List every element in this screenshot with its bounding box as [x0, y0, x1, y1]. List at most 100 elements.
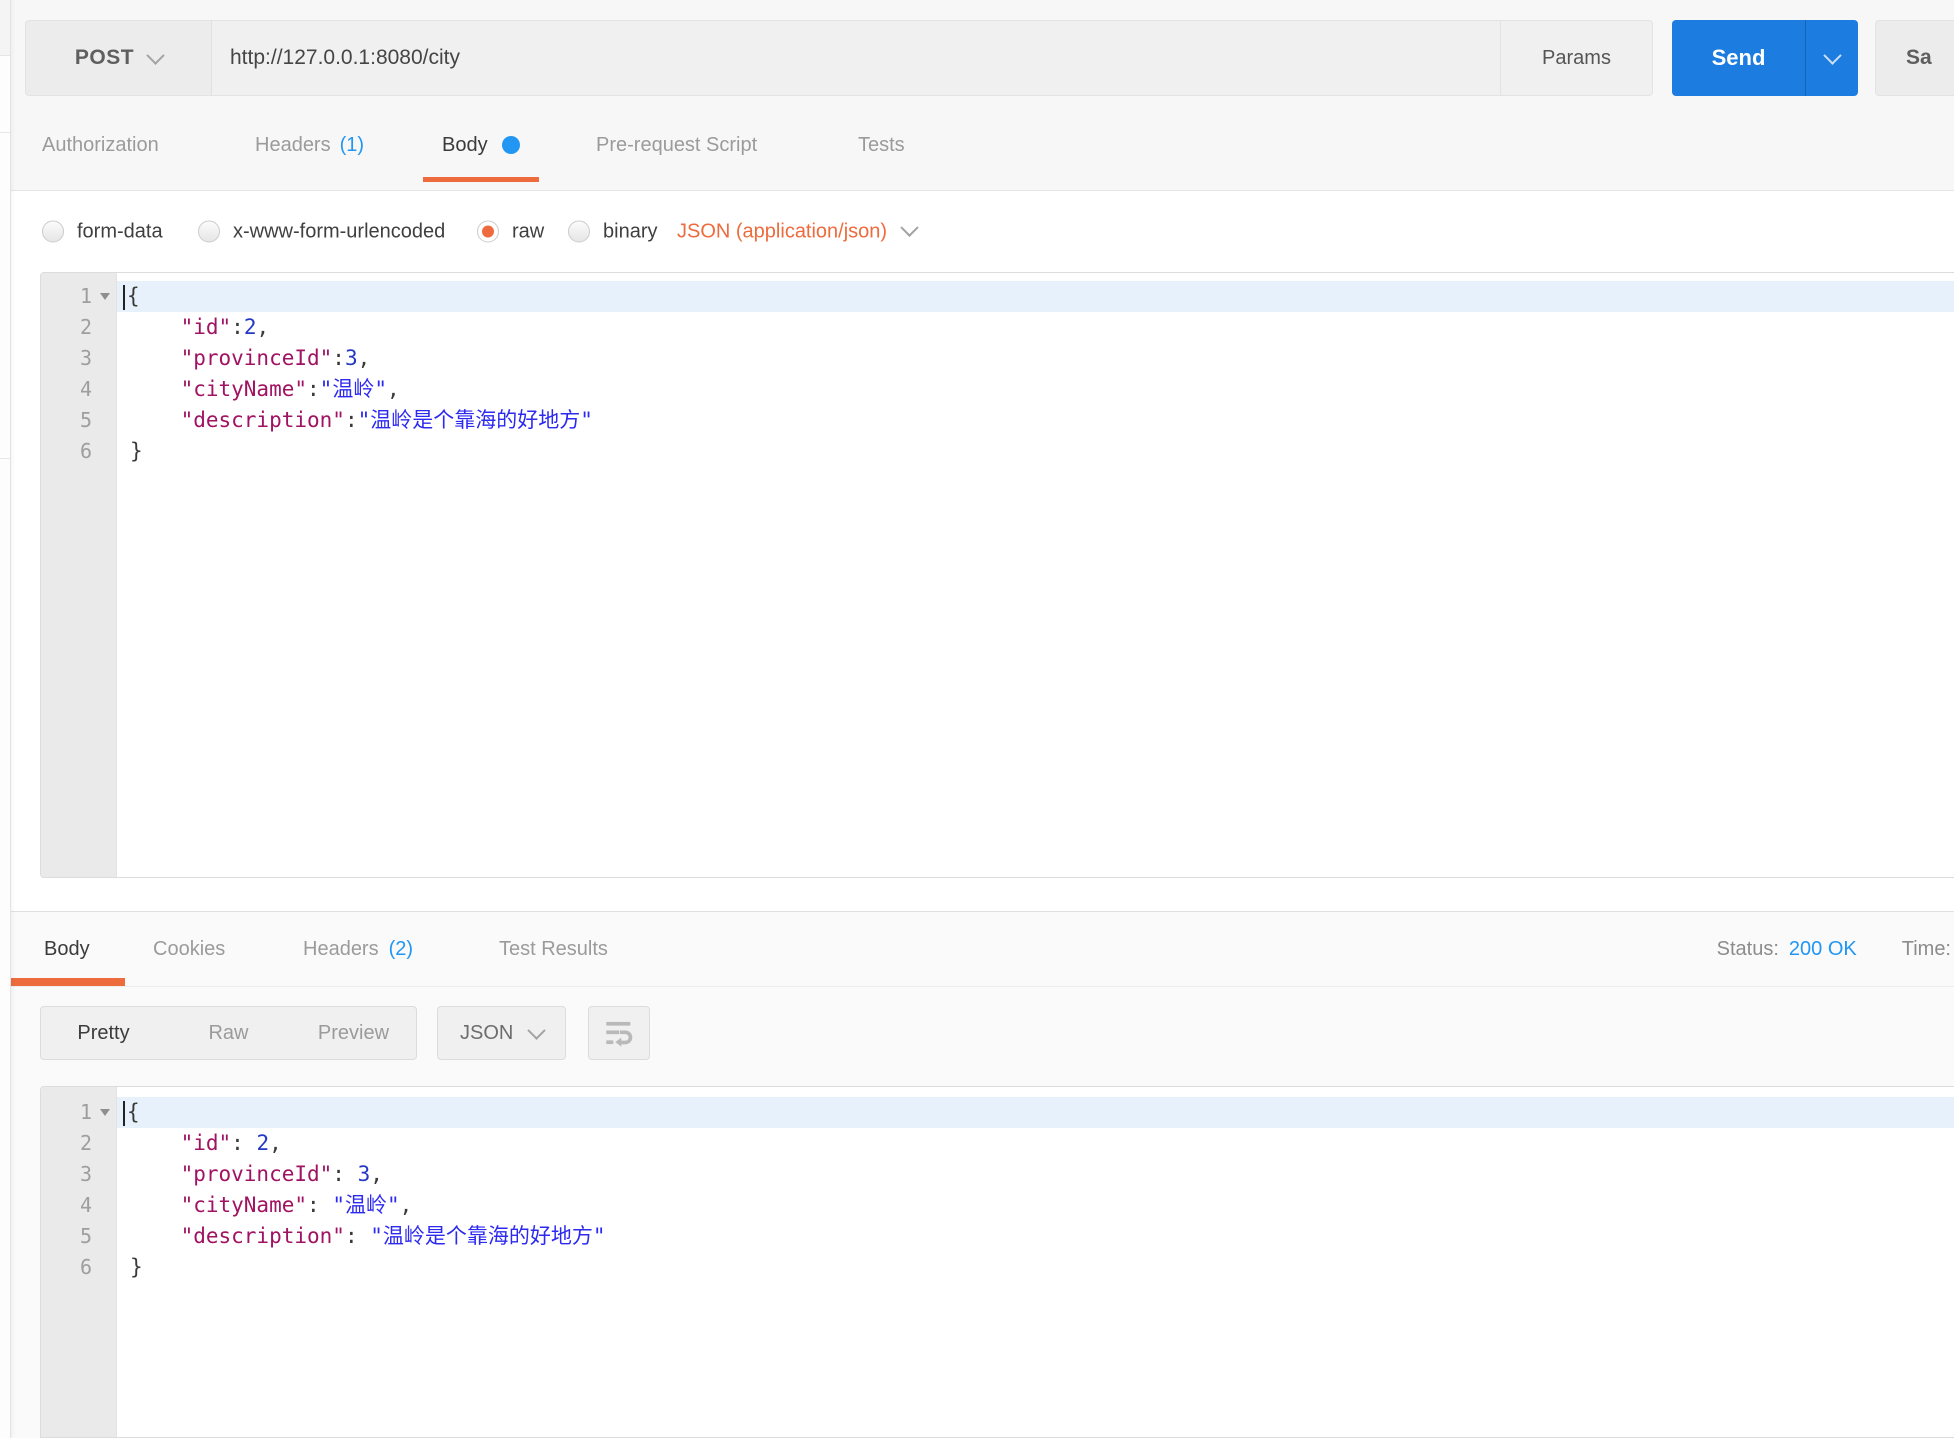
- send-label[interactable]: Send: [1672, 20, 1805, 96]
- line-number: 4: [41, 1190, 117, 1221]
- radio-icon[interactable]: [42, 221, 64, 243]
- line-number: 5: [41, 405, 117, 436]
- fold-toggle-icon[interactable]: [100, 293, 110, 300]
- radio-icon[interactable]: [568, 221, 590, 243]
- headers-count-badge: (1): [340, 134, 364, 157]
- wrap-lines-button[interactable]: [588, 1006, 650, 1060]
- response-tab-body[interactable]: Body: [44, 912, 90, 986]
- tab-authorization[interactable]: Authorization: [42, 100, 159, 190]
- code-line[interactable]: 1{: [41, 281, 1954, 312]
- request-panel: POST http://127.0.0.1:8080/city Params S…: [10, 0, 1954, 191]
- body-type-row: form-data x-www-form-urlencoded raw bina…: [10, 191, 1954, 272]
- tab-pre-request-script[interactable]: Pre-request Script: [596, 100, 757, 190]
- divider: [0, 132, 10, 133]
- view-mode-segmented-control: Pretty Raw Preview: [40, 1006, 417, 1060]
- radio-selected-icon[interactable]: [477, 221, 499, 243]
- radio-binary[interactable]: binary: [568, 220, 657, 243]
- line-number: 2: [41, 312, 117, 343]
- active-tab-indicator: [423, 177, 539, 182]
- sidebar-edge-top: [0, 0, 10, 56]
- tab-body[interactable]: Body: [423, 100, 539, 190]
- chevron-down-icon: [900, 218, 918, 236]
- fold-toggle-icon[interactable]: [100, 1109, 110, 1116]
- code-line[interactable]: 6}: [41, 1252, 1954, 1283]
- radio-x-www-form-urlencoded[interactable]: x-www-form-urlencoded: [198, 220, 445, 243]
- url-input[interactable]: http://127.0.0.1:8080/city: [212, 20, 1500, 96]
- line-number: 3: [41, 343, 117, 374]
- code-line[interactable]: 1{: [41, 1097, 1954, 1128]
- request-tabs: Authorization Headers (1) Body Pre-reque…: [10, 100, 1954, 190]
- response-format-select[interactable]: JSON: [437, 1006, 566, 1060]
- text-cursor: [123, 285, 125, 310]
- url-value: http://127.0.0.1:8080/city: [230, 46, 460, 70]
- code-line-content[interactable]: }: [117, 1252, 1954, 1283]
- body-modified-dot-icon: [502, 136, 520, 154]
- response-panel: Body Cookies Headers (2) Test Results St…: [10, 911, 1954, 1438]
- line-number: 4: [41, 374, 117, 405]
- response-status-bar: Status: 200 OK Time:: [1717, 912, 1951, 986]
- code-line-content[interactable]: "id":2,: [117, 312, 1954, 343]
- line-number: 3: [41, 1159, 117, 1190]
- params-button[interactable]: Params: [1500, 20, 1653, 96]
- response-tab-cookies[interactable]: Cookies: [153, 912, 225, 986]
- code-line-content[interactable]: "cityName":"温岭",: [117, 374, 1954, 405]
- code-line[interactable]: 4 "cityName":"温岭",: [41, 374, 1954, 405]
- line-number: 6: [41, 436, 117, 467]
- response-headers-count-badge: (2): [389, 938, 413, 961]
- code-line[interactable]: 3 "provinceId": 3,: [41, 1159, 1954, 1190]
- radio-form-data[interactable]: form-data: [42, 220, 163, 243]
- line-number: 1: [41, 281, 117, 312]
- send-options-button[interactable]: [1805, 20, 1858, 96]
- response-tab-test-results[interactable]: Test Results: [499, 912, 608, 986]
- chevron-down-icon: [146, 46, 164, 64]
- code-line-content[interactable]: "description": "温岭是个靠海的好地方": [117, 1221, 1954, 1252]
- radio-icon[interactable]: [198, 221, 220, 243]
- tab-tests[interactable]: Tests: [858, 100, 905, 190]
- chevron-down-icon: [1823, 46, 1841, 64]
- view-pretty-button[interactable]: Pretty: [41, 1007, 166, 1059]
- code-line-content[interactable]: "cityName": "温岭",: [117, 1190, 1954, 1221]
- code-line[interactable]: 3 "provinceId":3,: [41, 343, 1954, 374]
- status-badge: 200 OK: [1789, 938, 1857, 961]
- code-line-content[interactable]: "provinceId": 3,: [117, 1159, 1954, 1190]
- code-line-content[interactable]: "provinceId":3,: [117, 343, 1954, 374]
- wrap-text-icon: [602, 1016, 636, 1050]
- sidebar-edge: [0, 0, 11, 1438]
- code-line[interactable]: 6}: [41, 436, 1954, 467]
- line-number: 2: [41, 1128, 117, 1159]
- response-body-editor[interactable]: 1{2 "id": 2,3 "provinceId": 3,4 "cityNam…: [40, 1086, 1954, 1438]
- postman-window: POST http://127.0.0.1:8080/city Params S…: [0, 0, 1954, 1438]
- code-line[interactable]: 5 "description":"温岭是个靠海的好地方": [41, 405, 1954, 436]
- chevron-down-icon: [528, 1021, 546, 1039]
- code-line[interactable]: 4 "cityName": "温岭",: [41, 1190, 1954, 1221]
- radio-raw[interactable]: raw: [477, 220, 544, 243]
- active-tab-indicator: [10, 978, 125, 986]
- url-bar: POST http://127.0.0.1:8080/city Params S…: [10, 20, 1954, 96]
- content-type-select[interactable]: JSON (application/json): [677, 220, 916, 243]
- response-tabs: Body Cookies Headers (2) Test Results St…: [10, 912, 1954, 987]
- save-button[interactable]: Sa: [1875, 20, 1954, 96]
- view-raw-button[interactable]: Raw: [166, 1007, 291, 1059]
- code-line[interactable]: 2 "id":2,: [41, 312, 1954, 343]
- tab-headers[interactable]: Headers (1): [255, 100, 364, 190]
- code-line-content[interactable]: "description":"温岭是个靠海的好地方": [117, 405, 1954, 436]
- divider: [0, 458, 10, 459]
- send-button[interactable]: Send: [1672, 20, 1858, 96]
- request-body-editor[interactable]: 1{2 "id":2,3 "provinceId":3,4 "cityName"…: [40, 272, 1954, 878]
- text-cursor: [123, 1101, 125, 1126]
- code-line-content[interactable]: {: [117, 1097, 1954, 1128]
- code-line-content[interactable]: "id": 2,: [117, 1128, 1954, 1159]
- time-label: Time:: [1902, 938, 1951, 961]
- method-select[interactable]: POST: [25, 20, 212, 96]
- method-label: POST: [75, 46, 134, 70]
- response-toolbar: Pretty Raw Preview JSON: [40, 1006, 650, 1060]
- line-number: 1: [41, 1097, 117, 1128]
- line-number: 6: [41, 1252, 117, 1283]
- view-preview-button[interactable]: Preview: [291, 1007, 416, 1059]
- code-line[interactable]: 2 "id": 2,: [41, 1128, 1954, 1159]
- line-number: 5: [41, 1221, 117, 1252]
- code-line-content[interactable]: {: [117, 281, 1954, 312]
- code-line[interactable]: 5 "description": "温岭是个靠海的好地方": [41, 1221, 1954, 1252]
- response-tab-headers[interactable]: Headers (2): [303, 912, 413, 986]
- code-line-content[interactable]: }: [117, 436, 1954, 467]
